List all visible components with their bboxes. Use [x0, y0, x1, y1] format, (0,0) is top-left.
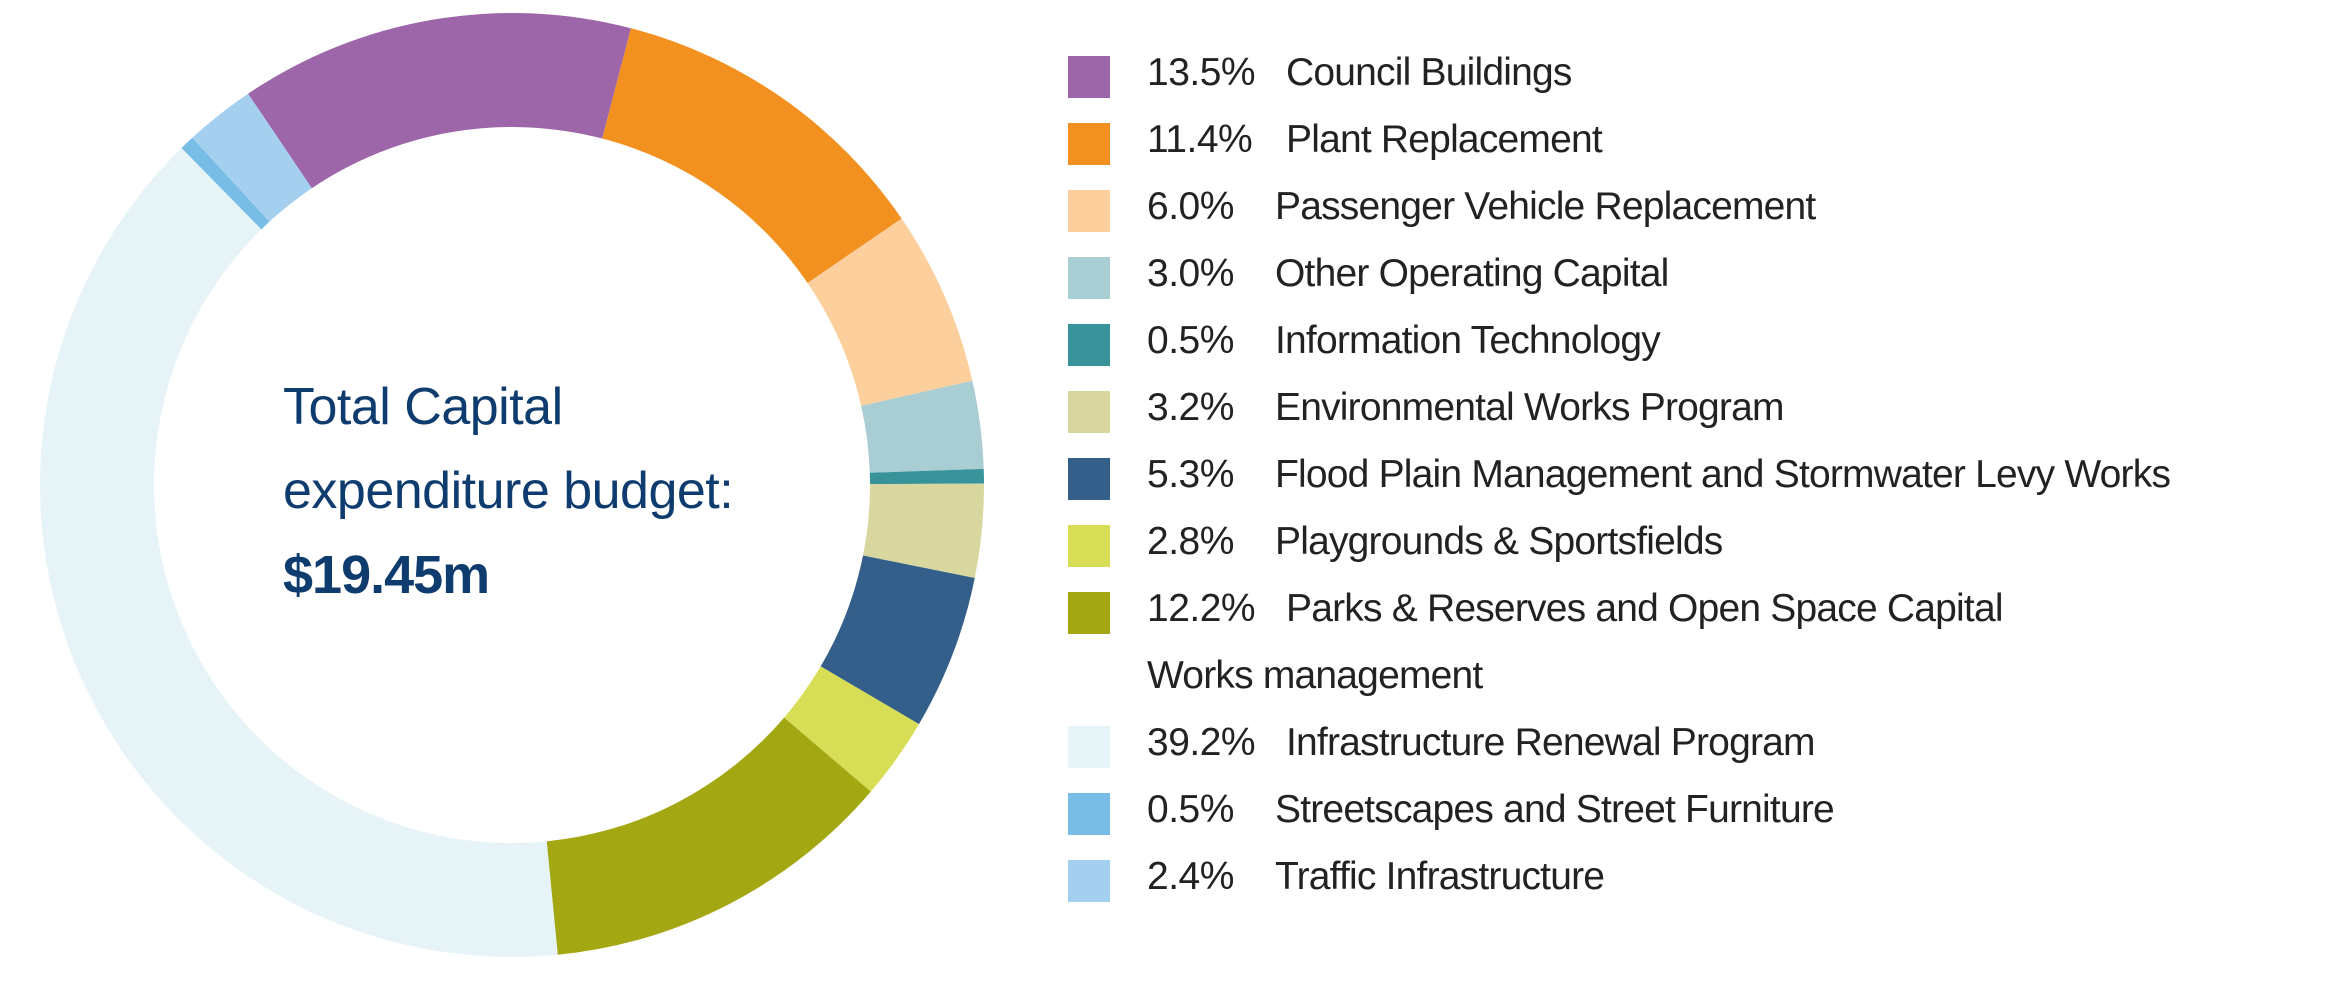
legend-percent: 2.4% [1147, 855, 1234, 898]
legend-percent: 12.2% [1147, 587, 1256, 630]
legend-swatch [1068, 525, 1110, 567]
legend-label: Infrastructure Renewal Program [1286, 721, 1816, 764]
legend-label: Playgrounds & Sportsfields [1275, 520, 1723, 563]
legend-percent: 13.5% [1147, 51, 1256, 94]
legend-label: Environmental Works Program [1275, 386, 1785, 429]
legend-label: Passenger Vehicle Replacement [1275, 185, 1816, 228]
legend-swatch [1068, 860, 1110, 902]
legend-swatch [1068, 592, 1110, 634]
legend-percent: 6.0% [1147, 185, 1234, 228]
legend-swatch [1068, 793, 1110, 835]
legend-label: Information Technology [1275, 319, 1661, 362]
legend-swatch [1068, 458, 1110, 500]
legend-label: Plant Replacement [1286, 118, 1603, 161]
legend-label: Traffic Infrastructure [1275, 855, 1605, 898]
total-budget-value: $19.45m [283, 545, 490, 605]
legend-swatch [1068, 324, 1110, 366]
legend-percent: 0.5% [1147, 319, 1234, 362]
donut-slice-plant-replacement [602, 28, 902, 283]
donut-slice-council-buildings [248, 13, 631, 189]
legend-swatch [1068, 726, 1110, 768]
legend-swatch [1068, 190, 1110, 232]
legend-percent: 2.8% [1147, 520, 1234, 563]
legend-percent: 3.2% [1147, 386, 1234, 429]
legend-percent: 3.0% [1147, 252, 1234, 295]
legend-label: Council Buildings [1286, 51, 1572, 94]
center-label-line2: expenditure budget: [283, 462, 734, 520]
legend-swatch [1068, 391, 1110, 433]
legend-percent: 11.4% [1147, 118, 1253, 161]
legend-percent: 5.3% [1147, 453, 1234, 496]
legend-swatch [1068, 123, 1110, 165]
legend-label: Other Operating Capital [1275, 252, 1669, 295]
legend-percent: 0.5% [1147, 788, 1234, 831]
legend-swatch [1068, 56, 1110, 98]
legend-label: Flood Plain Management and Stormwater Le… [1275, 453, 2171, 496]
center-label: Total Capital expenditure budget: $19.45… [283, 365, 734, 617]
legend-percent: 39.2% [1147, 721, 1256, 764]
donut-slice-parks-reserves-and-open-space-capital [546, 717, 871, 955]
legend-swatch [1068, 257, 1110, 299]
center-label-line1: Total Capital [283, 378, 563, 436]
legend-label: Parks & Reserves and Open Space Capital [1286, 587, 2004, 630]
legend-label: Streetscapes and Street Furniture [1275, 788, 1835, 831]
legend-label-continuation: Works management [1147, 654, 1483, 697]
